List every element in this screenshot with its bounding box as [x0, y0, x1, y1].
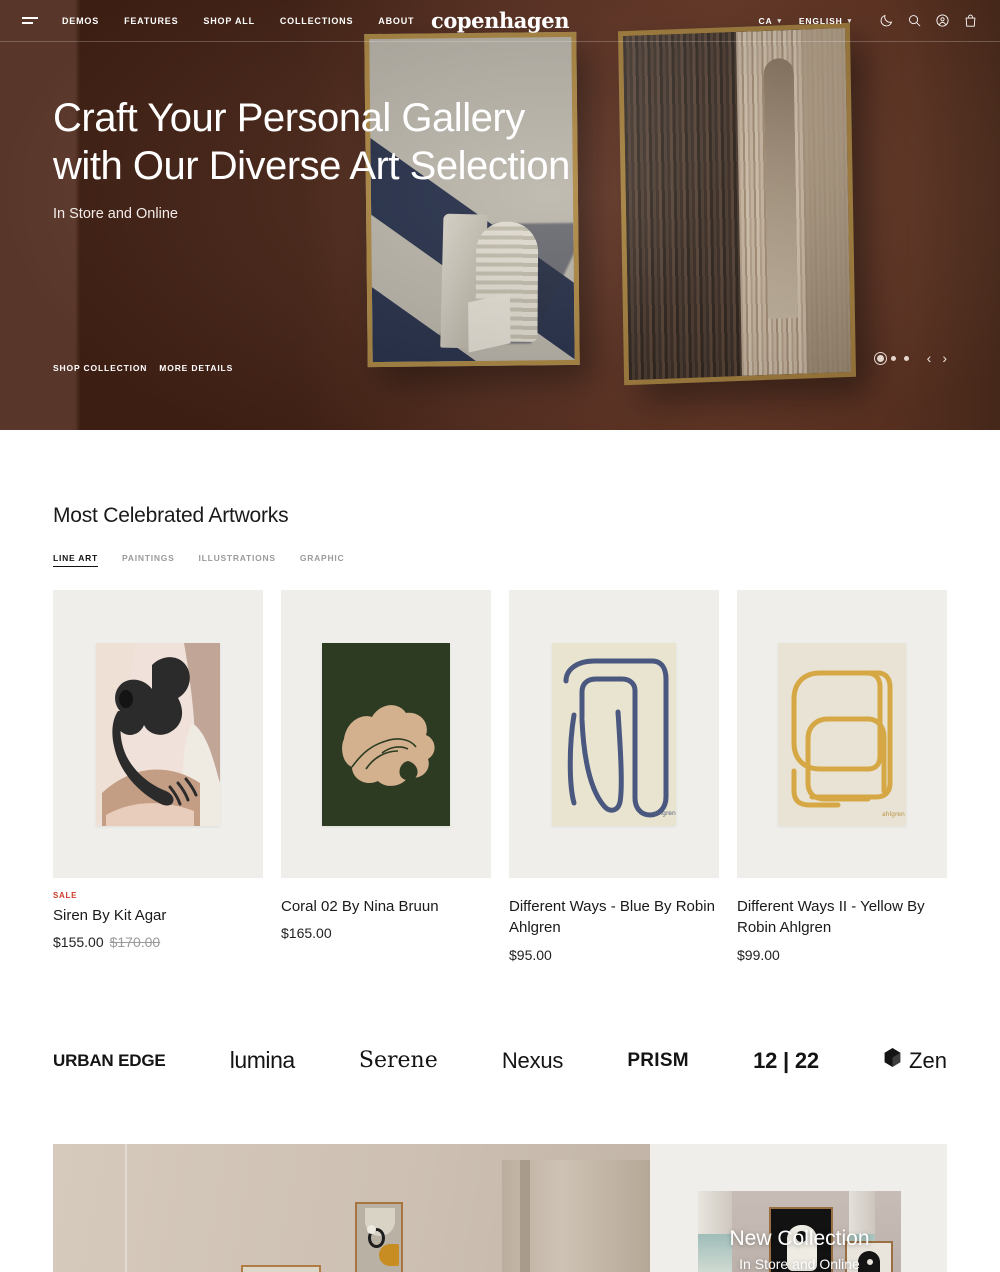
tab-illustrations[interactable]: ILLUSTRATIONS: [199, 553, 276, 567]
interior-framed-art-2: [241, 1264, 321, 1272]
nav-right-controls: CA ▾ ENGLISH ▾: [759, 13, 978, 28]
carousel-arrows: ‹ ›: [927, 351, 947, 365]
bottom-showcase: New Collection In Store and Online: [0, 1143, 1000, 1272]
product-image[interactable]: [281, 590, 491, 878]
price-current: $95.00: [509, 946, 552, 963]
section-title: Most Celebrated Artworks: [53, 504, 289, 527]
hero-copy: Craft Your Personal Gallery with Our Div…: [53, 95, 570, 222]
brand-logo-1222[interactable]: 12 | 22: [753, 1048, 819, 1074]
hero-heading-line-1: Craft Your Personal Gallery: [53, 96, 525, 140]
interior-framed-art-1: [355, 1201, 403, 1272]
country-selector[interactable]: CA ▾: [759, 16, 782, 26]
carousel-dot-3[interactable]: [903, 355, 909, 361]
brand-logo-nexus[interactable]: Nexus: [502, 1048, 563, 1074]
brand-logo-lumina[interactable]: lumina: [230, 1047, 295, 1074]
nav-links: DEMOS FEATURES SHOP ALL COLLECTIONS ABOU…: [62, 16, 414, 26]
category-tabs: LINE ART PAINTINGS ILLUSTRATIONS GRAPHIC: [53, 553, 947, 567]
new-collection-promo[interactable]: New Collection In Store and Online: [650, 1143, 947, 1272]
cart-icon[interactable]: [963, 13, 978, 28]
brand-logo-zen-label: Zen: [909, 1047, 947, 1073]
chevron-down-icon: ▾: [847, 17, 852, 25]
nav-item-demos[interactable]: DEMOS: [62, 16, 99, 26]
promo-image: New Collection In Store and Online: [698, 1190, 901, 1272]
moon-icon[interactable]: [879, 13, 894, 28]
carousel-prev-icon[interactable]: ‹: [927, 351, 932, 365]
brand-logo-serene[interactable]: Serene: [359, 1048, 438, 1073]
product-meta: Different Ways II - Yellow By Robin Ahlg…: [737, 878, 947, 963]
carousel-next-icon[interactable]: ›: [942, 351, 947, 365]
hero-banner: DEMOS FEATURES SHOP ALL COLLECTIONS ABOU…: [0, 0, 1000, 430]
product-card[interactable]: ahlgren Different Ways II - Yellow By Ro…: [737, 590, 947, 963]
account-icon[interactable]: [935, 13, 950, 28]
more-details-button[interactable]: MORE DETAILS: [159, 363, 233, 373]
hero-subheading: In Store and Online: [53, 206, 178, 223]
interior-scene-image[interactable]: [53, 1143, 650, 1272]
tab-line-art[interactable]: LINE ART: [53, 553, 98, 567]
product-meta: Coral 02 By Nina Bruun $165.00: [281, 878, 491, 941]
price-current: $155.00: [53, 934, 104, 951]
product-title[interactable]: Coral 02 By Nina Bruun: [281, 896, 491, 917]
promo-title: New Collection: [729, 1227, 870, 1251]
tab-paintings[interactable]: PAINTINGS: [122, 553, 175, 567]
product-card[interactable]: SALE Siren By Kit Agar $155.00 $170.00: [53, 590, 263, 963]
nav-item-collections[interactable]: COLLECTIONS: [280, 16, 353, 26]
carousel-controls: ‹ ›: [873, 351, 947, 365]
chevron-down-icon: ▾: [777, 17, 782, 25]
product-meta: Different Ways - Blue By Robin Ahlgren $…: [509, 878, 719, 963]
svg-text:ahlgren: ahlgren: [653, 810, 676, 817]
cube-icon: [883, 1047, 902, 1074]
hero-heading-line-2: with Our Diverse Art Selection: [53, 143, 570, 188]
nav-item-features[interactable]: FEATURES: [124, 16, 178, 26]
hero-cta-group: SHOP COLLECTION MORE DETAILS: [53, 363, 233, 373]
carousel-dot-2[interactable]: [890, 355, 896, 361]
nav-item-about[interactable]: ABOUT: [378, 16, 414, 26]
product-price: $155.00 $170.00: [53, 934, 263, 950]
product-title[interactable]: Siren By Kit Agar: [53, 905, 263, 926]
product-title[interactable]: Different Ways II - Yellow By Robin Ahlg…: [737, 896, 947, 939]
carousel-dots: [873, 351, 909, 365]
brand-logo-prism[interactable]: PRISM: [627, 1050, 689, 1072]
main-navigation: DEMOS FEATURES SHOP ALL COLLECTIONS ABOU…: [0, 0, 1000, 41]
country-selector-value: CA: [758, 15, 773, 26]
product-price: $95.00: [509, 947, 719, 963]
product-meta: SALE Siren By Kit Agar $155.00 $170.00: [53, 878, 263, 950]
brand-logo-zen[interactable]: Zen: [883, 1047, 947, 1074]
nav-icon-group: [879, 13, 978, 28]
product-price: $99.00: [737, 947, 947, 963]
promo-text-overlay: New Collection In Store and Online: [698, 1191, 901, 1272]
status-badge: SALE: [53, 891, 78, 900]
svg-text:ahlgren: ahlgren: [882, 811, 905, 818]
header-divider: [0, 41, 1000, 42]
product-card[interactable]: Coral 02 By Nina Bruun $165.00: [281, 590, 491, 963]
product-image[interactable]: ahlgren: [737, 590, 947, 878]
product-title[interactable]: Different Ways - Blue By Robin Ahlgren: [509, 896, 719, 939]
search-icon[interactable]: [907, 13, 922, 28]
products-section: Most Celebrated Artworks LINE ART PAINTI…: [0, 430, 1000, 963]
language-selector[interactable]: ENGLISH ▾: [799, 16, 852, 26]
hamburger-icon[interactable]: [22, 14, 40, 26]
product-grid: SALE Siren By Kit Agar $155.00 $170.00 Co…: [53, 590, 947, 963]
brand-logo-urban-edge[interactable]: URBAN EDGE: [53, 1051, 166, 1071]
price-compare: $170.00: [109, 934, 161, 951]
product-image[interactable]: [53, 590, 263, 878]
product-price: $165.00: [281, 925, 491, 941]
promo-subtitle: In Store and Online: [739, 1255, 860, 1272]
product-image[interactable]: ahlgren: [509, 590, 719, 878]
price-current: $165.00: [281, 925, 332, 942]
shop-collection-button[interactable]: SHOP COLLECTION: [53, 363, 147, 373]
carousel-dot-1[interactable]: [873, 351, 887, 365]
product-card[interactable]: ahlgren Different Ways - Blue By Robin A…: [509, 590, 719, 963]
language-selector-value: ENGLISH: [798, 15, 843, 26]
nav-item-shop-all[interactable]: SHOP ALL: [203, 16, 254, 26]
brand-logos-row: URBAN EDGE lumina Serene Nexus PRISM 12 …: [0, 1036, 1000, 1086]
hero-heading: Craft Your Personal Gallery with Our Div…: [53, 95, 570, 190]
tab-graphic[interactable]: GRAPHIC: [300, 553, 345, 567]
price-current: $99.00: [737, 946, 780, 963]
